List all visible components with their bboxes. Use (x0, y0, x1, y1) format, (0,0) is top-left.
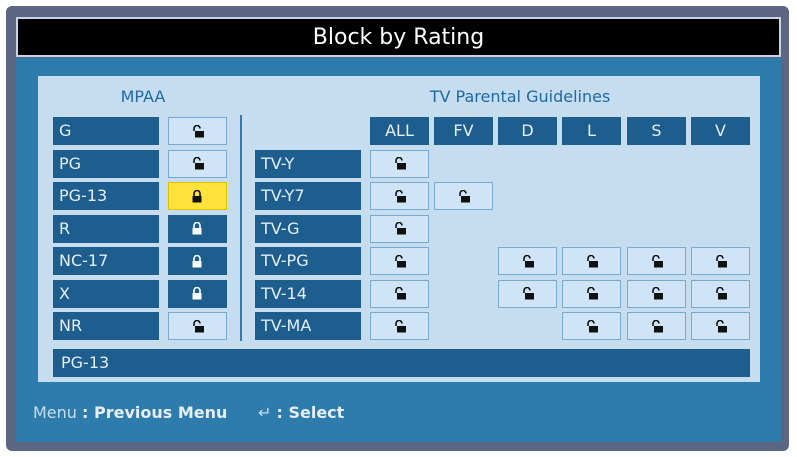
unlocked-padlock-icon (650, 254, 664, 268)
tv-lock-toggle[interactable] (498, 247, 557, 275)
unlocked-padlock-icon (585, 254, 599, 268)
tv-lock-toggle[interactable] (370, 279, 429, 308)
tv-lock-toggle[interactable] (627, 279, 686, 308)
tv-lock-toggle[interactable] (370, 214, 429, 243)
footer-select-hint: ↵ : Select (258, 403, 344, 422)
enter-key-icon: ↵ (258, 403, 272, 422)
unlocked-padlock-icon (393, 319, 407, 333)
tv-rating-label: TV-MA (255, 312, 361, 340)
unlocked-padlock-icon (650, 287, 664, 300)
mpaa-lock-toggle[interactable] (168, 149, 227, 178)
tv-lock-toggle[interactable] (562, 247, 621, 275)
footer-menu-hint: Menu : Previous Menu (33, 403, 227, 422)
mpaa-rating-label: X (53, 279, 159, 308)
tv-lock-toggle[interactable] (370, 247, 429, 275)
tv-rating-label: TV-Y7 (255, 182, 361, 210)
select-action-label: : Select (276, 403, 345, 422)
mpaa-rating-label: PG (53, 149, 159, 178)
tv-column-header[interactable]: ALL (370, 117, 429, 145)
tv-lock-toggle[interactable] (434, 182, 493, 210)
unlocked-padlock-icon (714, 287, 728, 300)
tv-rating-label: TV-Y (255, 149, 361, 178)
locked-padlock-icon (191, 254, 205, 268)
unlocked-padlock-icon (585, 287, 599, 300)
unlocked-padlock-icon (393, 222, 407, 235)
unlocked-padlock-icon (457, 189, 471, 203)
unlocked-padlock-icon (393, 157, 407, 170)
tv-rating-label: TV-14 (255, 279, 361, 308)
unlocked-padlock-icon (393, 189, 407, 203)
tv-rating-label: TV-PG (255, 247, 361, 275)
tv-lock-toggle[interactable] (498, 279, 557, 308)
column-divider (240, 115, 242, 341)
unlocked-padlock-icon (191, 319, 205, 333)
tv-column-header[interactable]: FV (434, 117, 493, 145)
mpaa-rating-label: NR (53, 312, 159, 340)
unlocked-padlock-icon (521, 287, 535, 300)
unlocked-padlock-icon (714, 254, 728, 268)
mpaa-lock-toggle[interactable] (168, 214, 227, 243)
mpaa-rating-label: NC-17 (53, 247, 159, 275)
mpaa-lock-toggle[interactable] (168, 312, 227, 340)
tv-column-header[interactable]: S (627, 117, 686, 145)
tv-lock-toggle[interactable] (562, 312, 621, 340)
locked-padlock-icon (191, 189, 205, 203)
tv-lock-toggle[interactable] (691, 247, 750, 275)
unlocked-padlock-icon (191, 124, 205, 138)
menu-key-label: Menu (33, 403, 77, 422)
unlocked-padlock-icon (191, 157, 205, 170)
mpaa-rating-label: G (53, 117, 159, 145)
tv-lock-toggle[interactable] (627, 312, 686, 340)
tv-column-header[interactable]: D (498, 117, 557, 145)
tv-column-header[interactable]: V (691, 117, 750, 145)
tv-guidelines-header: TV Parental Guidelines (429, 87, 611, 106)
unlocked-padlock-icon (585, 319, 599, 333)
locked-padlock-icon (191, 222, 205, 235)
mpaa-rating-label: R (53, 214, 159, 243)
tv-lock-toggle[interactable] (370, 312, 429, 340)
mpaa-lock-toggle[interactable] (168, 182, 227, 210)
mpaa-header: MPAA (120, 87, 166, 106)
tv-lock-toggle[interactable] (370, 149, 429, 178)
unlocked-padlock-icon (650, 319, 664, 333)
unlocked-padlock-icon (393, 287, 407, 300)
tv-lock-toggle[interactable] (627, 247, 686, 275)
tv-rating-label: TV-G (255, 214, 361, 243)
dialog-title: Block by Rating (16, 17, 781, 57)
tv-column-header[interactable]: L (562, 117, 621, 145)
mpaa-rating-label: PG-13 (53, 182, 159, 210)
mpaa-lock-toggle[interactable] (168, 117, 227, 145)
tv-lock-toggle[interactable] (691, 279, 750, 308)
tv-lock-toggle[interactable] (691, 312, 750, 340)
unlocked-padlock-icon (393, 254, 407, 268)
unlocked-padlock-icon (714, 319, 728, 333)
current-selection-status: PG-13 (53, 349, 750, 377)
mpaa-lock-toggle[interactable] (168, 279, 227, 308)
tv-lock-toggle[interactable] (370, 182, 429, 210)
unlocked-padlock-icon (521, 254, 535, 268)
mpaa-lock-toggle[interactable] (168, 247, 227, 275)
menu-action-label: : Previous Menu (82, 403, 228, 422)
tv-lock-toggle[interactable] (562, 279, 621, 308)
locked-padlock-icon (191, 287, 205, 300)
